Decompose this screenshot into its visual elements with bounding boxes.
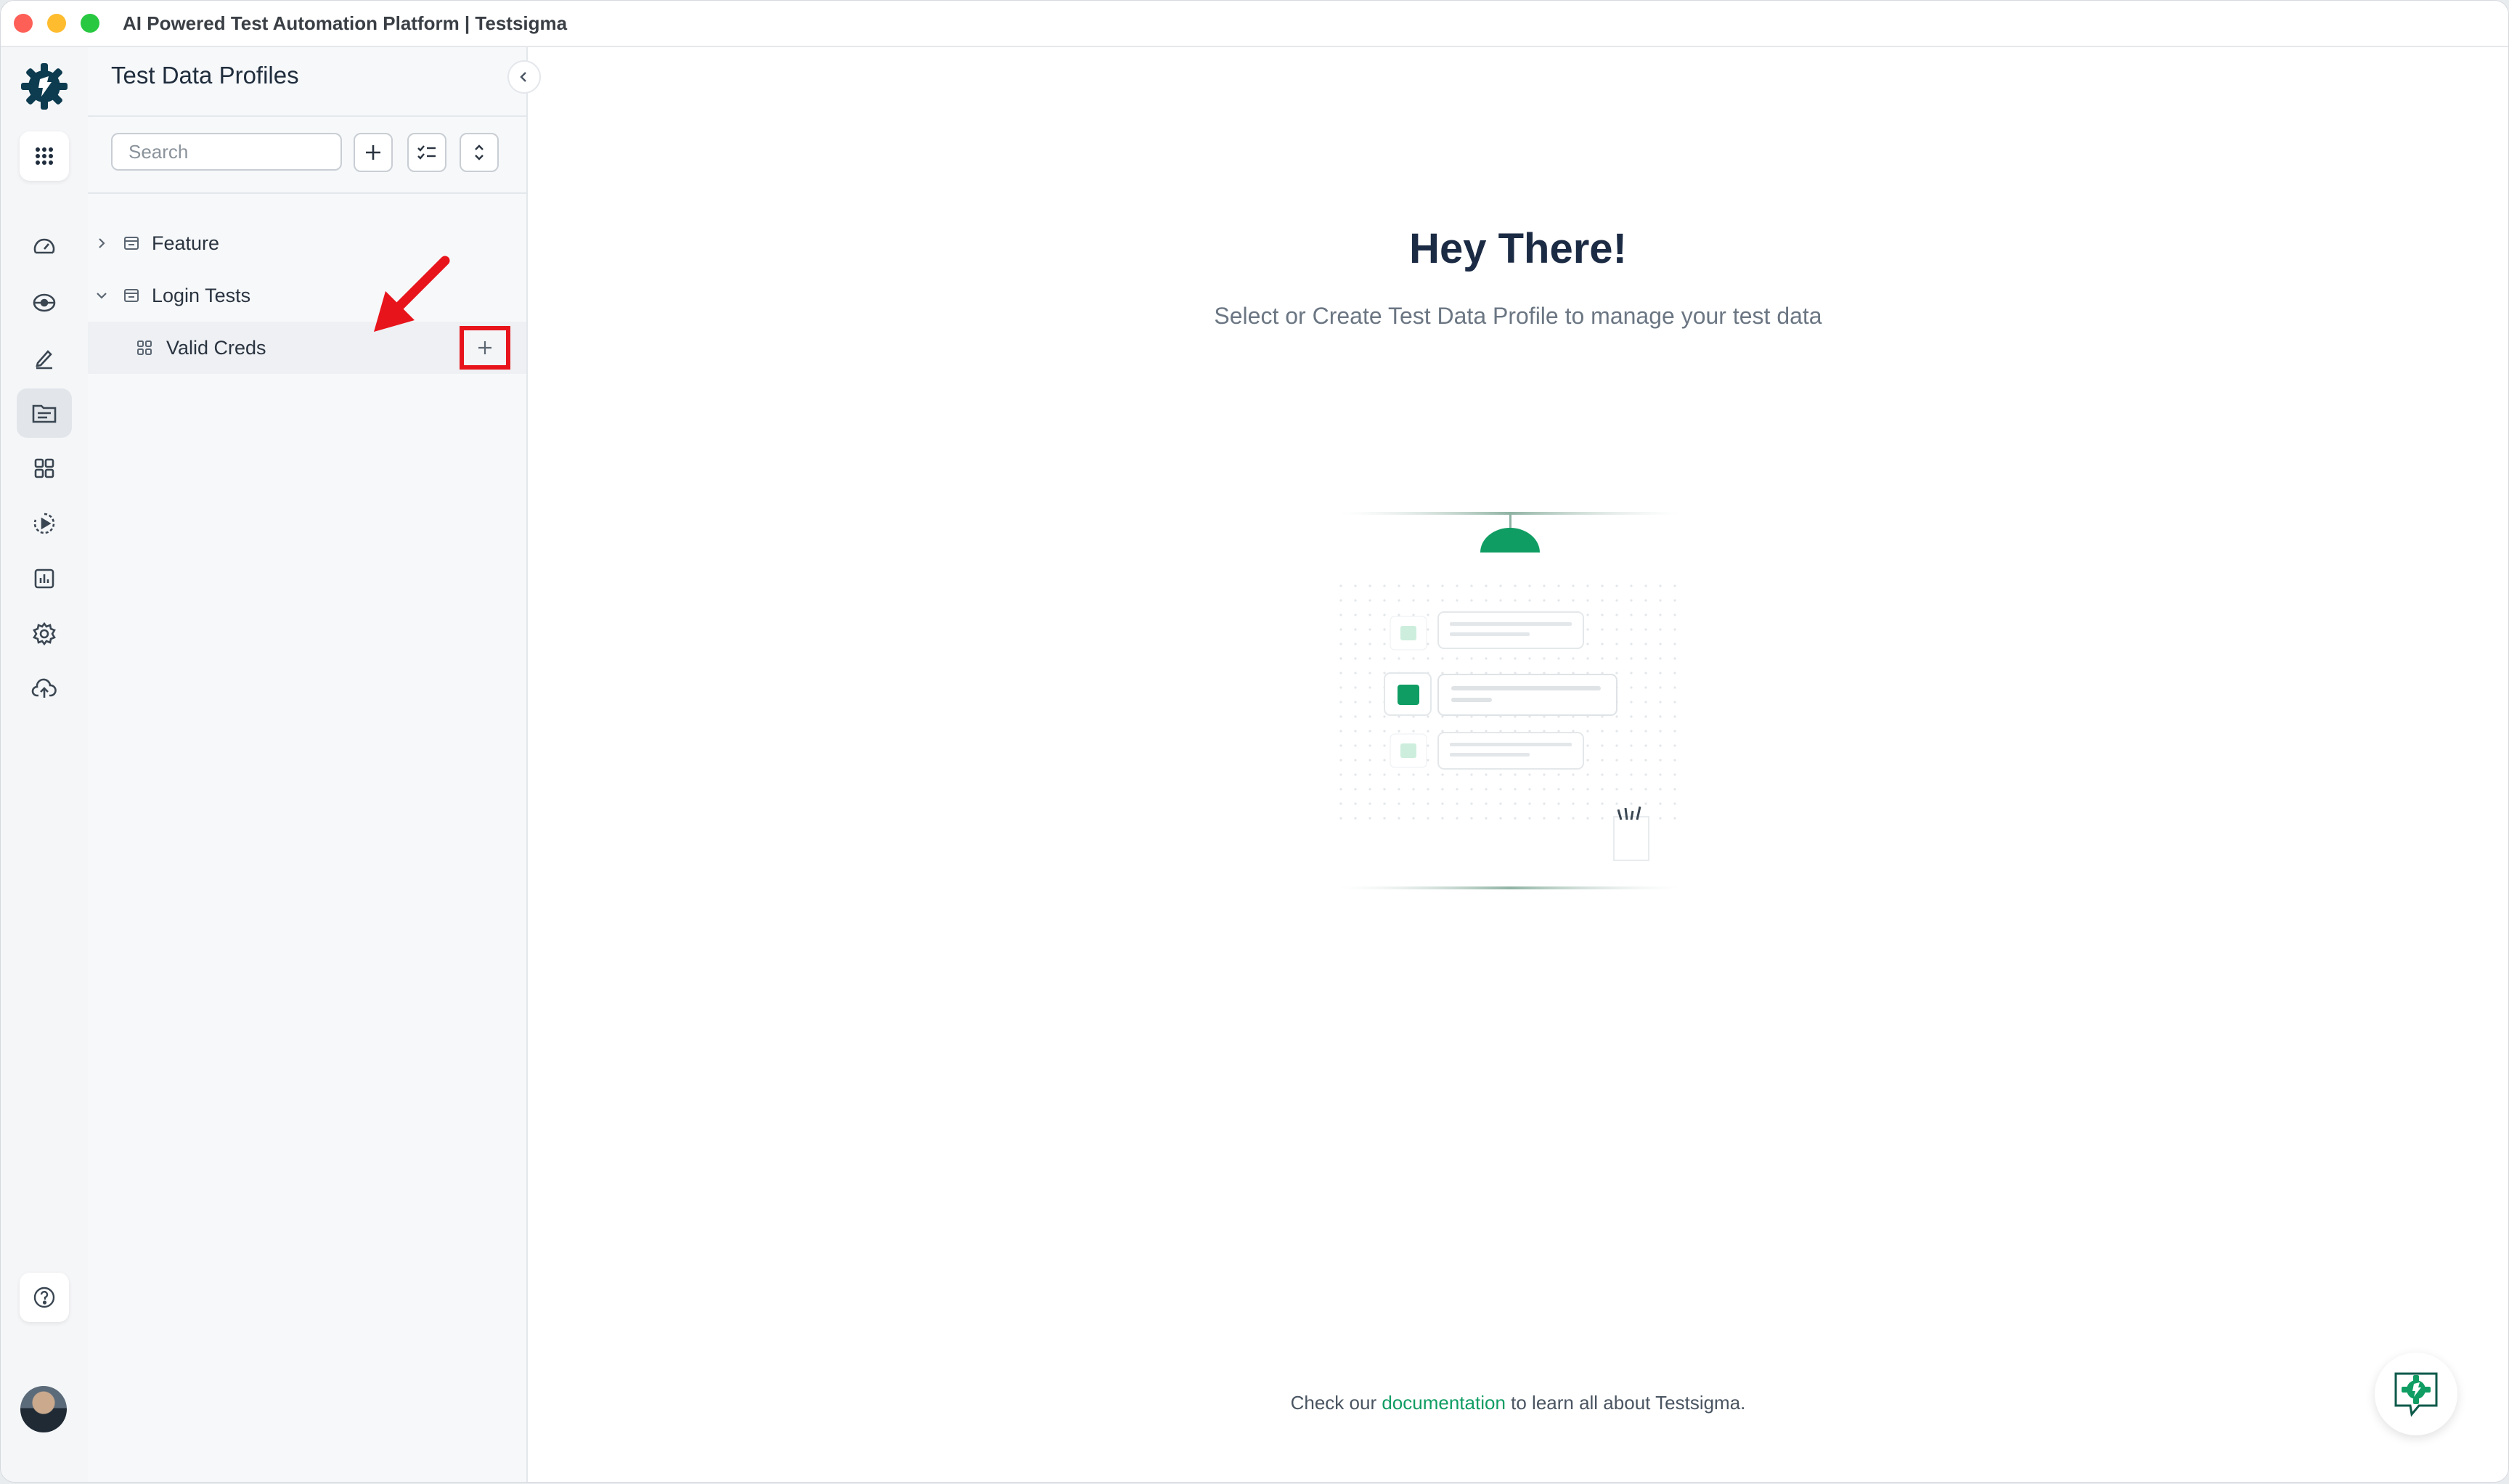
test-plans-icon [33,293,56,312]
maximize-window-button[interactable] [81,14,99,33]
empty-state-illustration [1339,512,1681,889]
chevron-right-icon[interactable] [95,237,108,250]
tree-item-feature[interactable]: Feature [88,217,526,269]
tree-item-login-tests[interactable]: Login Tests [88,269,526,322]
plus-icon [366,145,380,160]
nav-uploads[interactable] [17,664,72,714]
nav-elements[interactable] [17,444,72,493]
footer-prefix: Check our [1290,1392,1382,1414]
elements-grid-icon [34,458,54,478]
window-title: AI Powered Test Automation Platform | Te… [123,12,568,34]
gear-icon [33,621,56,646]
tree-item-label: Valid Creds [166,336,266,359]
nav-reports[interactable] [17,554,72,603]
chevron-left-icon [520,72,526,82]
collapse-panel-button[interactable] [507,60,541,94]
nav-runs[interactable] [17,499,72,548]
profile-folder-icon [124,237,139,250]
nav-settings[interactable] [17,609,72,659]
pencil-icon [36,350,52,370]
cloud-upload-icon [31,678,57,698]
panel-title: Test Data Profiles [111,62,299,89]
apps-grid-button[interactable] [20,131,69,181]
test-data-profiles-panel: Test Data Profiles Search Feature Login … [88,47,541,1482]
nav-test-data[interactable] [17,388,72,438]
documentation-link[interactable]: documentation [1382,1392,1506,1414]
run-play-icon [33,513,55,534]
dashboard-icon [33,238,55,254]
help-button[interactable] [20,1273,69,1322]
user-avatar[interactable] [20,1386,67,1432]
sort-button[interactable] [460,133,499,172]
search-input[interactable] [111,133,342,171]
close-window-button[interactable] [14,14,33,33]
footer-note: Check our documentation to learn all abo… [528,1392,2508,1414]
nav-rail [1,47,89,1482]
plus-icon [478,341,491,354]
nav-dashboard[interactable] [17,223,72,272]
main-content: Hey There! Select or Create Test Data Pr… [528,47,2508,1482]
test-data-folder-icon [32,404,57,423]
nav-test-plans[interactable] [17,278,72,327]
chevron-down-icon[interactable] [95,289,108,302]
bulk-select-button[interactable] [407,133,446,172]
annotation-arrow-icon [374,256,450,332]
tree-item-valid-creds[interactable]: Valid Creds [88,322,526,374]
apps-grid-icon [36,147,53,165]
empty-state-subtitle: Select or Create Test Data Profile to ma… [1214,303,1822,329]
add-profile-button[interactable] [354,133,393,172]
empty-state-title: Hey There! [1409,225,1627,272]
chat-assistant-icon [2394,1372,2438,1417]
tree-item-label: Login Tests [152,284,251,306]
panel-divider [88,192,526,194]
profile-folder-icon [124,289,139,302]
checklist-icon [417,145,436,160]
footer-suffix: to learn all about Testsigma. [1505,1392,1746,1414]
expand-collapse-icon [475,144,484,160]
add-data-set-button[interactable] [460,326,510,370]
title-bar: AI Powered Test Automation Platform | Te… [1,1,2508,47]
tree-item-label: Feature [152,232,220,254]
reports-chart-icon [34,568,54,589]
minimize-window-button[interactable] [47,14,66,33]
help-circle-icon [33,1287,55,1308]
nav-test-cases[interactable] [17,333,72,383]
chat-support-button[interactable] [2375,1353,2457,1435]
panel-divider [88,115,526,117]
app-window: AI Powered Test Automation Platform | Te… [0,0,2509,1483]
data-set-icon [137,341,152,355]
testsigma-logo-icon[interactable] [18,60,70,113]
